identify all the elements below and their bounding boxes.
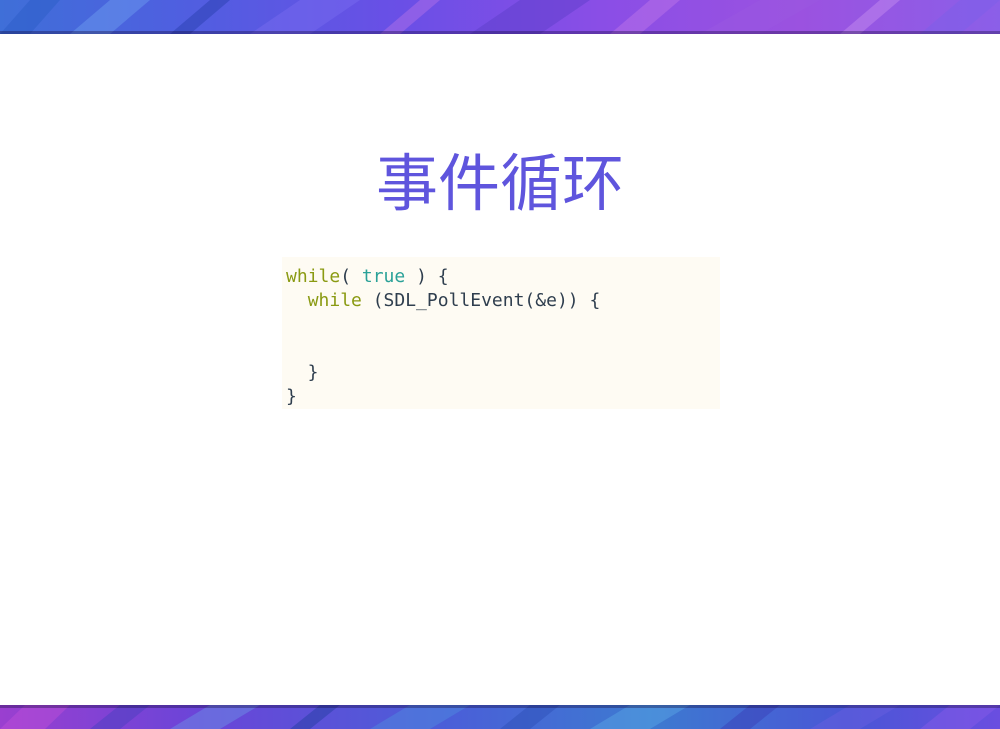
code-text: (	[340, 266, 362, 287]
code-text: (SDL_PollEvent(&e)) {	[361, 290, 601, 311]
code-text: }	[286, 362, 319, 383]
code-text: }	[286, 386, 297, 407]
code-line: }	[286, 361, 720, 385]
code-text: ) {	[405, 266, 449, 287]
code-keyword: while	[286, 266, 341, 287]
code-keyword: while	[307, 290, 362, 311]
code-block: while( true ) { while (SDL_PollEvent(&e)…	[282, 257, 720, 409]
code-literal: true	[361, 266, 406, 287]
code-line: while (SDL_PollEvent(&e)) {	[286, 289, 720, 313]
top-brush-strokes	[0, 0, 1000, 34]
code-line: while( true ) {	[286, 265, 720, 289]
bottom-brush-strokes	[0, 705, 1000, 729]
bottom-decorative-band	[0, 705, 1000, 729]
slide-title: 事件循环	[375, 147, 624, 220]
top-decorative-band	[0, 0, 1000, 34]
code-line: }	[286, 385, 720, 409]
